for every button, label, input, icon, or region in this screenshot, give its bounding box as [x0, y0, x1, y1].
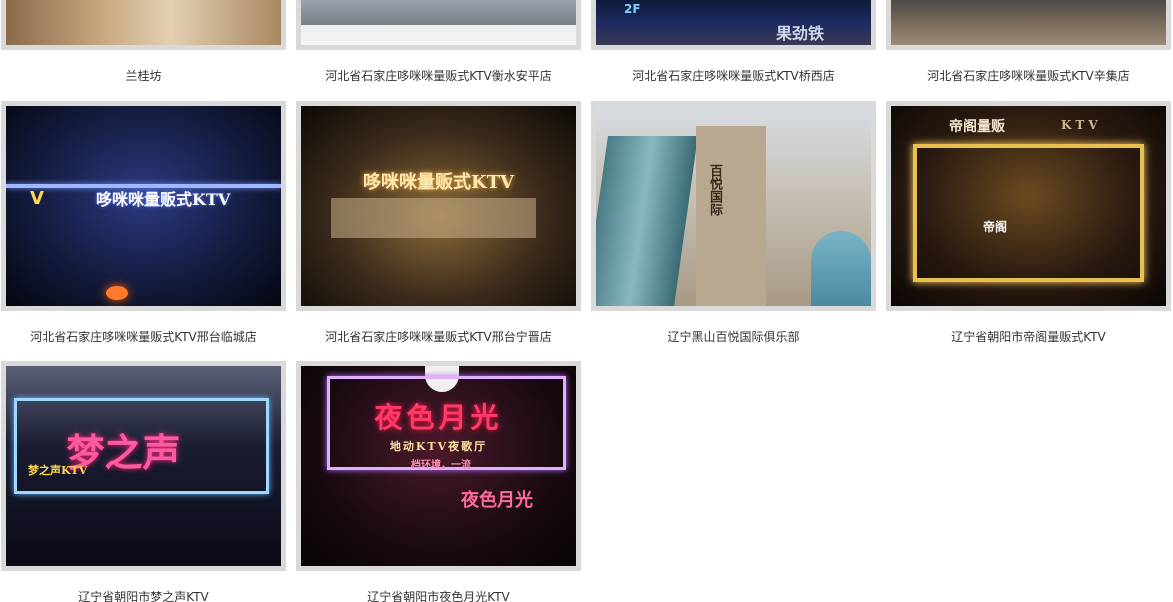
photo-sign-text: 帝阁量贩	[949, 119, 1005, 135]
venue-photo[interactable]: 梦之声 梦之声KTV	[6, 366, 281, 566]
venue-photo[interactable]: 百悦国际	[596, 106, 871, 306]
photo-caption[interactable]: 河北省石家庄哆咪咪量贩式KTV邢台临城店	[1, 328, 286, 345]
photo-caption[interactable]: 河北省石家庄哆咪咪量贩式KTV桥西店	[591, 67, 876, 84]
photo-frame[interactable]	[886, 0, 1171, 50]
photo-gallery: 兰桂坊 河北省石家庄哆咪咪量贩式KTV衡水安平店 2F 果劲铁 河北省石家庄哆咪…	[0, 0, 1173, 602]
gallery-card[interactable]: 夜色月光 地动KTV夜歌厅 档环境，一流 夜色月光 辽宁省朝阳市夜色月光KTV	[296, 361, 581, 602]
photo-sign-text: 夜色月光	[461, 490, 533, 511]
glass-tower	[596, 136, 698, 306]
photo-caption[interactable]: 河北省石家庄哆咪咪量贩式KTV衡水安平店	[296, 67, 581, 84]
photo-frame[interactable]: 哆咪咪量贩式KTV	[296, 101, 581, 311]
photo-caption[interactable]: 辽宁省朝阳市夜色月光KTV	[296, 588, 581, 602]
photo-sign-text: 帝阁	[983, 220, 1008, 234]
photo-caption[interactable]: 河北省石家庄哆咪咪量贩式KTV邢台宁晋店	[296, 328, 581, 345]
lantern-glow	[106, 286, 128, 300]
gallery-card[interactable]: V 哆咪咪量贩式KTV 河北省石家庄哆咪咪量贩式KTV邢台临城店	[1, 101, 286, 345]
gallery-card[interactable]: 哆咪咪量贩式KTV 河北省石家庄哆咪咪量贩式KTV邢台宁晋店	[296, 101, 581, 345]
gallery-card[interactable]: 2F 果劲铁 河北省石家庄哆咪咪量贩式KTV桥西店	[591, 0, 876, 84]
venue-photo[interactable]	[891, 0, 1166, 45]
venue-photo[interactable]: 2F 果劲铁	[596, 0, 871, 45]
photo-frame[interactable]: 帝阁量贩 KTV 帝阁	[886, 101, 1171, 311]
gallery-card[interactable]: 河北省石家庄哆咪咪量贩式KTV辛集店	[886, 0, 1171, 84]
gallery-card[interactable]: 百悦国际 辽宁黑山百悦国际俱乐部	[591, 101, 876, 345]
gallery-card[interactable]: 河北省石家庄哆咪咪量贩式KTV衡水安平店	[296, 0, 581, 84]
photo-sign-text: V	[30, 188, 44, 209]
gallery-card[interactable]: 兰桂坊	[1, 0, 286, 84]
photo-sign-text: 档环境，一流	[411, 460, 471, 471]
building-facade	[696, 126, 766, 306]
gallery-card[interactable]: 帝阁量贩 KTV 帝阁 辽宁省朝阳市帝阁量贩式KTV	[886, 101, 1171, 345]
photo-sign-text: 梦之声KTV	[28, 464, 88, 477]
photo-caption[interactable]: 辽宁黑山百悦国际俱乐部	[591, 328, 876, 345]
photo-caption[interactable]: 辽宁省朝阳市梦之声KTV	[1, 588, 286, 602]
photo-frame[interactable]: 2F 果劲铁	[591, 0, 876, 50]
photo-frame[interactable]: 梦之声 梦之声KTV	[1, 361, 286, 571]
photo-caption[interactable]: 辽宁省朝阳市帝阁量贩式KTV	[886, 328, 1171, 345]
photo-sign-text: 果劲铁	[776, 24, 825, 43]
photo-sign-text: 哆咪咪量贩式KTV	[362, 172, 514, 193]
photo-frame[interactable]	[296, 0, 581, 50]
photo-frame[interactable]: V 哆咪咪量贩式KTV	[1, 101, 286, 311]
dome	[811, 231, 871, 306]
gold-frame	[913, 144, 1144, 282]
photo-caption[interactable]: 兰桂坊	[1, 67, 286, 84]
facade-panel	[331, 198, 536, 238]
photo-frame[interactable]: 百悦国际	[591, 101, 876, 311]
photo-frame[interactable]	[1, 0, 286, 50]
gallery-card[interactable]: 梦之声 梦之声KTV 辽宁省朝阳市梦之声KTV	[1, 361, 286, 602]
photo-sign-text: 百悦国际	[707, 164, 722, 216]
venue-photo[interactable]	[301, 0, 576, 45]
photo-sign-text: KTV	[1061, 118, 1102, 132]
photo-sign-text: 地动KTV夜歌厅	[389, 440, 488, 453]
photo-sign-text: 哆咪咪量贩式KTV	[96, 190, 231, 209]
photo-frame[interactable]: 夜色月光 地动KTV夜歌厅 档环境，一流 夜色月光	[296, 361, 581, 571]
photo-caption[interactable]: 河北省石家庄哆咪咪量贩式KTV辛集店	[886, 67, 1171, 84]
venue-photo[interactable]	[6, 0, 281, 45]
venue-photo[interactable]: 夜色月光 地动KTV夜歌厅 档环境，一流 夜色月光	[301, 366, 576, 566]
photo-sign-text: 2F	[624, 2, 641, 16]
photo-sign-text: 夜色月光	[374, 401, 503, 434]
venue-photo[interactable]: 哆咪咪量贩式KTV	[301, 106, 576, 306]
venue-photo[interactable]: V 哆咪咪量贩式KTV	[6, 106, 281, 306]
venue-photo[interactable]: 帝阁量贩 KTV 帝阁	[891, 106, 1166, 306]
